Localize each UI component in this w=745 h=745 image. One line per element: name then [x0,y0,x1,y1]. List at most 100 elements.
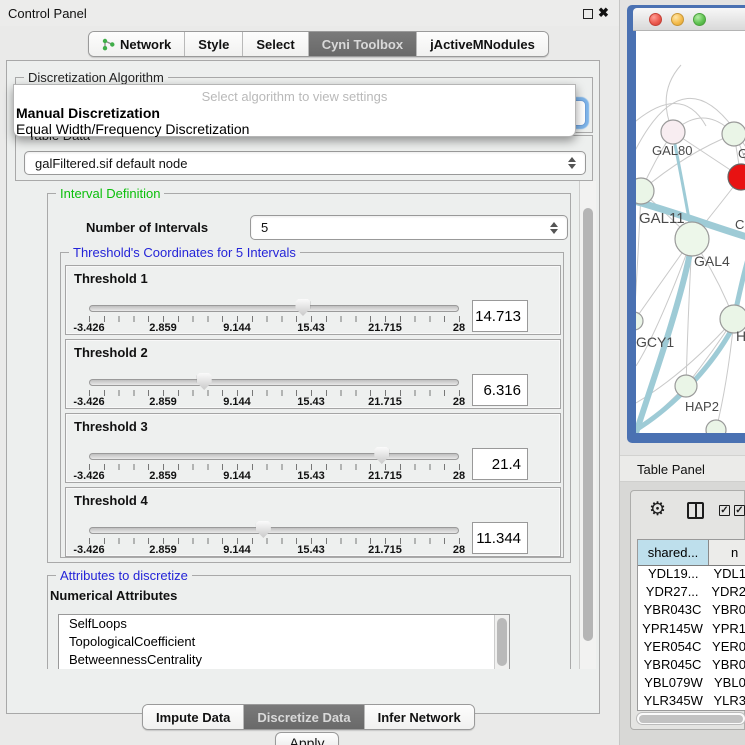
popup-option-equal-width[interactable]: Equal Width/Frequency Discretization [16,121,249,137]
tick-label: 15.43 [297,396,325,408]
tab-impute-data[interactable]: Impute Data [143,705,244,729]
threshold-panel: Threshold 1 -3.426 2.859 9.144 15.43 21.… [65,265,561,335]
cell[interactable]: YBR045C [638,657,707,675]
cell[interactable]: YLR345W [638,693,708,711]
tab-network[interactable]: Network [89,32,185,56]
pane-scrollbar-thumb[interactable] [583,208,593,641]
slider-track[interactable] [89,527,459,534]
table-row[interactable]: YLR345WYLR3 [638,693,745,711]
cell[interactable]: YDL19... [638,566,708,584]
network-node[interactable] [636,312,643,330]
cell[interactable]: YBL0 [709,675,745,693]
num-intervals-label: Number of Intervals [86,220,208,235]
threshold-label: Threshold 3 [74,419,148,434]
list-item[interactable]: SelfLoops [59,615,509,633]
tab-label: Select [256,37,294,52]
split-table-icon[interactable] [687,502,704,519]
list-item[interactable]: BetweennessCentrality [59,651,509,669]
bottom-tab-bar: Impute Data Discretize Data Infer Networ… [142,704,475,730]
mac-zoom-icon[interactable] [693,13,706,26]
numerical-attributes-list: SelfLoops TopologicalCoefficient Between… [58,614,510,669]
table-row[interactable]: YBL079WYBL0 [638,675,745,693]
node-label: C [735,217,744,232]
table-row[interactable]: YER054CYER0 [638,639,745,657]
tab-infer-network[interactable]: Infer Network [365,705,474,729]
scrollbar-thumb[interactable] [639,715,743,723]
network-node-selected[interactable] [728,164,745,190]
slider-track[interactable] [89,453,459,460]
tick-label: 15.43 [297,544,325,556]
slider-thumb[interactable] [295,299,310,316]
mac-close-icon[interactable] [649,13,662,26]
cell[interactable]: YBR0 [707,602,745,620]
tab-label: Discretize Data [257,710,350,725]
table-panel-header: Table Panel [620,455,745,482]
table-data-combo[interactable]: galFiltered.sif default node [24,151,586,175]
cell[interactable]: YPR145W [638,621,707,639]
gear-icon[interactable]: ⚙ [649,498,666,521]
num-intervals-combo[interactable]: 5 [250,215,568,240]
tick-label: 15.43 [297,470,325,482]
cell[interactable]: YBR0 [707,657,745,675]
apply-button[interactable]: Apply [275,732,339,745]
cell[interactable]: YER054C [638,639,707,657]
mac-minimize-icon[interactable] [671,13,684,26]
slider-thumb[interactable] [374,447,389,464]
cell[interactable]: YDL1 [708,566,745,584]
slider-thumb[interactable] [256,521,271,538]
cell[interactable]: YPR1 [707,621,745,639]
slider-thumb[interactable] [197,373,212,390]
tab-jactivemnodules[interactable]: jActiveMNodules [417,32,548,56]
popup-option-manual-discretization[interactable]: Manual Discretization [16,105,160,121]
cell[interactable]: YER0 [707,639,745,657]
column-header-name[interactable]: n [709,540,745,565]
threshold-value-input[interactable] [472,374,528,406]
network-node[interactable] [661,120,685,144]
table-row[interactable]: YDR27...YDR2 [638,584,745,602]
network-node[interactable] [722,122,745,146]
tab-select[interactable]: Select [243,32,308,56]
network-node[interactable] [706,420,726,433]
control-panel-titlebar: Control Panel ✖ [0,0,619,26]
float-window-icon[interactable] [583,9,593,19]
tab-discretize-data[interactable]: Discretize Data [244,705,364,729]
algorithm-dropdown-popup: Select algorithm to view settings Manual… [13,84,576,137]
tick-label: 28 [453,544,465,556]
tick-label: 21.715 [368,322,402,334]
group-title: Discretization Algorithm [24,70,168,85]
tab-style[interactable]: Style [185,32,243,56]
network-node[interactable] [675,222,709,256]
pane-scrollbar[interactable] [579,181,596,669]
list-scrollbar[interactable] [494,615,509,669]
tab-label: Infer Network [378,710,461,725]
slider-track[interactable] [89,305,459,312]
table-row[interactable]: YBR045CYBR0 [638,657,745,675]
combo-arrows-icon [550,222,558,234]
cell[interactable]: YDR2 [706,584,745,602]
threshold-value-input[interactable] [472,522,528,554]
threshold-value-input[interactable] [472,448,528,480]
table-horizontal-scrollbar[interactable] [636,712,745,725]
threshold-value-input[interactable] [472,300,528,332]
list-item[interactable]: TopologicalCoefficient [59,633,509,651]
interval-definition-group: Interval Definition Number of Intervals … [47,193,571,563]
table-row[interactable]: YBR043CYBR0 [638,602,745,620]
column-header-shared-name[interactable]: shared... [638,540,709,565]
tick-label: 21.715 [368,544,402,556]
tick-label: 9.144 [223,396,251,408]
cell[interactable]: YLR3 [708,693,745,711]
network-canvas[interactable]: GAL80 G C GAL11 GAL4 GCY1 H HAP2 [636,31,745,433]
table-row[interactable]: YDL19...YDL1 [638,566,745,584]
network-node[interactable] [675,375,697,397]
cell[interactable]: YBL079W [638,675,709,693]
node-label: GAL80 [652,143,692,158]
close-icon[interactable]: ✖ [598,5,609,21]
tab-cyni-toolbox[interactable]: Cyni Toolbox [309,32,417,56]
cell[interactable]: YBR043C [638,602,707,620]
checkbox-icon[interactable]: ✓ [719,505,730,516]
checkbox-icon[interactable]: ✓ [734,505,745,516]
cell[interactable]: YDR27... [638,584,706,602]
slider-track[interactable] [89,379,459,386]
table-row[interactable]: YPR145WYPR1 [638,621,745,639]
tick-label: 21.715 [368,470,402,482]
